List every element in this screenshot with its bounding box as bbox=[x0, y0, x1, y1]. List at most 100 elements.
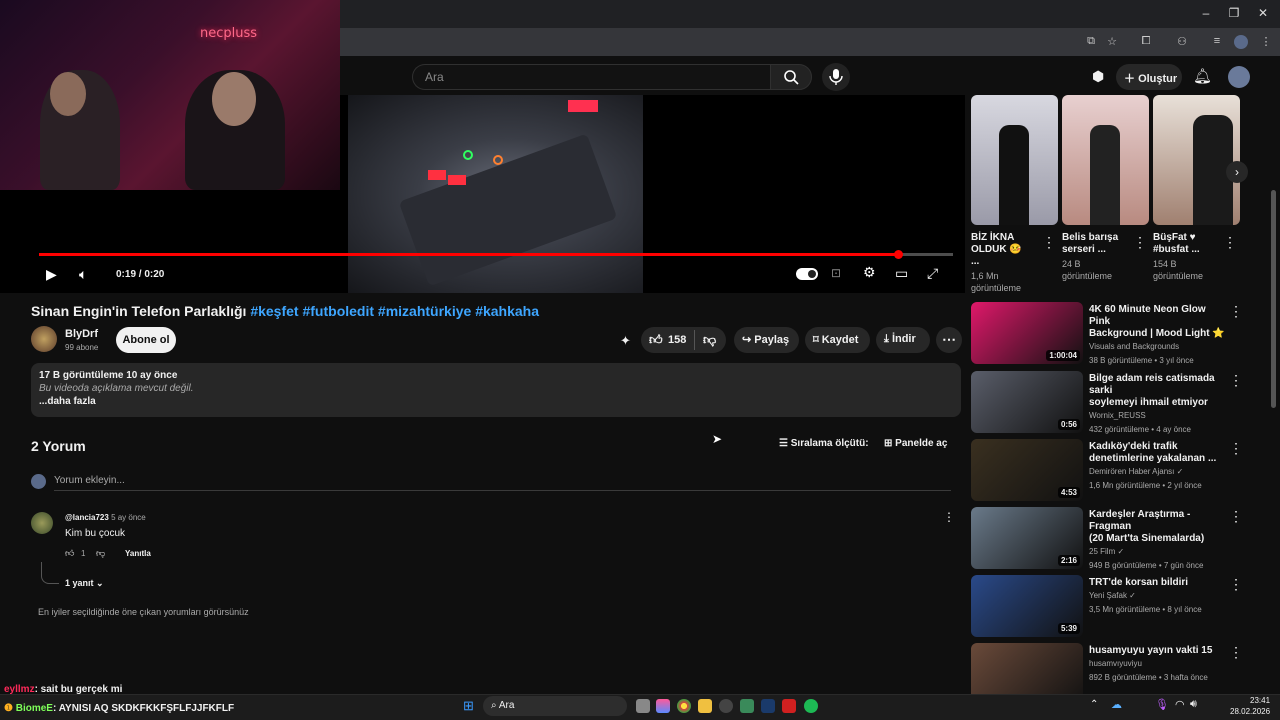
account-avatar[interactable] bbox=[1228, 66, 1250, 88]
description-box[interactable]: 17 B görüntüleme 10 ay önce Bu videoda a… bbox=[31, 363, 961, 417]
volume-tray-icon[interactable]: 🔊︎ bbox=[1190, 698, 1197, 711]
voice-search-button[interactable] bbox=[822, 63, 850, 91]
browser-menu-icon[interactable]: ⋮ bbox=[1258, 35, 1274, 49]
video-menu-icon[interactable]: ⋮ bbox=[1229, 303, 1243, 320]
video-channel[interactable]: Yeni Şafak ✓ bbox=[1089, 589, 1229, 603]
short-menu-icon[interactable]: ⋮ bbox=[1223, 234, 1237, 251]
video-menu-icon[interactable]: ⋮ bbox=[1229, 644, 1243, 661]
app-icon[interactable] bbox=[782, 699, 796, 713]
video-title-line[interactable]: TRT'de korsan bildiri bbox=[1089, 577, 1229, 589]
replies-toggle[interactable]: 1 yanıt ⌄ bbox=[65, 578, 104, 589]
cast-icon[interactable]: ⬢ bbox=[1092, 68, 1104, 85]
onedrive-icon[interactable]: ☁ bbox=[1111, 698, 1122, 711]
chevron-right-icon[interactable]: › bbox=[1226, 161, 1248, 183]
dislike-icon[interactable]: 👎︎ bbox=[703, 332, 716, 348]
notifications-bell-icon[interactable]: 🔔︎ bbox=[1193, 67, 1212, 85]
subscribe-button[interactable]: Abone ol bbox=[116, 327, 176, 353]
video-frame[interactable] bbox=[348, 95, 643, 293]
video-title-line[interactable]: (20 Mart'ta Sinemalarda) bbox=[1089, 533, 1229, 545]
volume-icon[interactable]: 🔈︎ bbox=[79, 266, 87, 283]
task-view-icon[interactable] bbox=[636, 699, 650, 713]
profile-avatar[interactable] bbox=[1234, 35, 1248, 49]
mic-tray-icon[interactable]: 🎙︎ bbox=[1155, 698, 1169, 711]
channel-name[interactable]: BlyDrf bbox=[65, 328, 98, 340]
short-title[interactable]: Belis barışa bbox=[1062, 232, 1122, 244]
channel-avatar[interactable] bbox=[31, 326, 57, 352]
short-menu-icon[interactable]: ⋮ bbox=[1133, 234, 1147, 251]
taskbar-search[interactable]: ⌕ Ara bbox=[483, 696, 627, 716]
comment-dislike-icon[interactable]: 👎︎ bbox=[96, 548, 105, 559]
hashtag-link[interactable]: #futboledit bbox=[302, 303, 374, 319]
spotify-icon[interactable] bbox=[804, 699, 818, 713]
copilot-icon[interactable] bbox=[656, 699, 670, 713]
autoplay-toggle[interactable] bbox=[796, 268, 818, 280]
comment-input[interactable]: Yorum ekleyin... bbox=[54, 475, 951, 491]
video-title-line[interactable]: denetimlerine yakalanan ... bbox=[1089, 453, 1229, 465]
video-channel[interactable]: Demirören Haber Ajansı ✓ bbox=[1089, 465, 1229, 479]
steam-icon[interactable] bbox=[761, 699, 775, 713]
hashtag-link[interactable]: #keşfet bbox=[250, 303, 298, 319]
sort-button[interactable]: ☰ Sıralama ölçütü: bbox=[779, 438, 869, 449]
hashtag-link[interactable]: #kahkaha bbox=[475, 303, 539, 319]
like-icon[interactable]: 👍︎ bbox=[649, 332, 663, 348]
share-button[interactable]: ↪ Paylaş bbox=[734, 327, 799, 353]
video-menu-icon[interactable]: ⋮ bbox=[1229, 372, 1243, 389]
video-channel[interactable]: Wornix_REUSS bbox=[1089, 409, 1229, 423]
search-button[interactable] bbox=[770, 64, 812, 90]
app-icon[interactable] bbox=[740, 699, 754, 713]
more-actions-button[interactable]: ⋯ bbox=[936, 327, 962, 353]
theater-mode-icon[interactable]: ▭ bbox=[895, 265, 908, 282]
video-menu-icon[interactable]: ⋮ bbox=[1229, 576, 1243, 593]
video-title-line[interactable]: Kadıköy'deki trafik bbox=[1089, 441, 1229, 453]
create-button[interactable]: ＋ Oluştur bbox=[1116, 64, 1182, 90]
extension-icon[interactable]: ⚇ bbox=[1174, 35, 1190, 49]
extensions-icon[interactable]: ⧠ bbox=[1138, 35, 1154, 49]
gemini-icon[interactable]: ✦ bbox=[620, 333, 631, 349]
video-title-line[interactable]: 4K 60 Minute Neon Glow Pink bbox=[1089, 304, 1229, 328]
short-title[interactable]: #busfat ... bbox=[1153, 244, 1213, 256]
short-thumbnail[interactable] bbox=[1153, 95, 1240, 225]
clock[interactable]: 23:41 28.02.2026 bbox=[1230, 695, 1270, 717]
restore-icon[interactable]: ❐ bbox=[1226, 6, 1242, 20]
video-thumbnail[interactable]: 2:16 bbox=[971, 507, 1083, 569]
captions-icon[interactable]: ⊡ bbox=[831, 266, 841, 280]
video-thumbnail[interactable]: 1:00:04 bbox=[971, 302, 1083, 364]
video-title-line[interactable]: Kardeşler Araştırma - Fragman bbox=[1089, 509, 1229, 533]
bookmark-star-icon[interactable]: ☆ bbox=[1104, 35, 1120, 49]
comment-author[interactable]: @lancia723 bbox=[65, 513, 109, 522]
settings-gear-icon[interactable]: ⚙ bbox=[863, 264, 876, 281]
video-thumbnail[interactable]: 5:39 bbox=[971, 575, 1083, 637]
video-channel[interactable]: husamvıyuviyu bbox=[1089, 657, 1229, 671]
commenter-avatar[interactable] bbox=[31, 512, 53, 534]
minimize-icon[interactable]: – bbox=[1198, 6, 1214, 20]
reply-button[interactable]: Yanıtla bbox=[125, 549, 151, 558]
play-icon[interactable]: ▶ bbox=[46, 266, 57, 283]
comment-menu-icon[interactable]: ⋮ bbox=[943, 510, 955, 524]
fullscreen-icon[interactable]: ⤢ bbox=[927, 265, 938, 282]
media-icon[interactable]: ≡ bbox=[1209, 35, 1225, 49]
hashtag-link[interactable]: #mizahtürkiye bbox=[378, 303, 471, 319]
short-title[interactable]: BüşFat ♥ bbox=[1153, 232, 1213, 244]
video-title-line[interactable]: Bilge adam reis catismada sarki bbox=[1089, 373, 1229, 397]
wifi-icon[interactable]: ◠ bbox=[1175, 698, 1185, 711]
video-thumbnail[interactable]: 0:56 bbox=[971, 371, 1083, 433]
show-more-link[interactable]: ...daha fazla bbox=[39, 396, 953, 407]
open-panel-button[interactable]: ⊞ Panelde aç bbox=[884, 438, 947, 449]
video-title-line[interactable]: soylemeyi ihmail etmiyor bbox=[1089, 397, 1229, 409]
comment-like-icon[interactable]: 👍︎ bbox=[65, 548, 74, 559]
video-menu-icon[interactable]: ⋮ bbox=[1229, 508, 1243, 525]
download-button[interactable]: ⤓ İndir bbox=[876, 327, 930, 353]
chevron-up-icon[interactable]: ⌃ bbox=[1090, 699, 1098, 710]
video-title-line[interactable]: husamyuyu yayın vakti 15 bbox=[1089, 645, 1229, 657]
install-app-icon[interactable]: ⧉ bbox=[1083, 35, 1099, 49]
short-thumbnail[interactable] bbox=[971, 95, 1058, 225]
file-explorer-icon[interactable] bbox=[698, 699, 712, 713]
settings-icon[interactable] bbox=[719, 699, 733, 713]
short-menu-icon[interactable]: ⋮ bbox=[1042, 234, 1056, 251]
save-button[interactable]: ⌑ Kaydet bbox=[805, 327, 870, 353]
short-title[interactable]: OLDUK 🤒 ... bbox=[971, 244, 1031, 268]
search-input[interactable]: Ara bbox=[412, 64, 770, 90]
video-channel[interactable]: 25 Film ✓ bbox=[1089, 545, 1229, 559]
short-thumbnail[interactable] bbox=[1062, 95, 1149, 225]
scrollbar-thumb[interactable] bbox=[1271, 190, 1276, 408]
